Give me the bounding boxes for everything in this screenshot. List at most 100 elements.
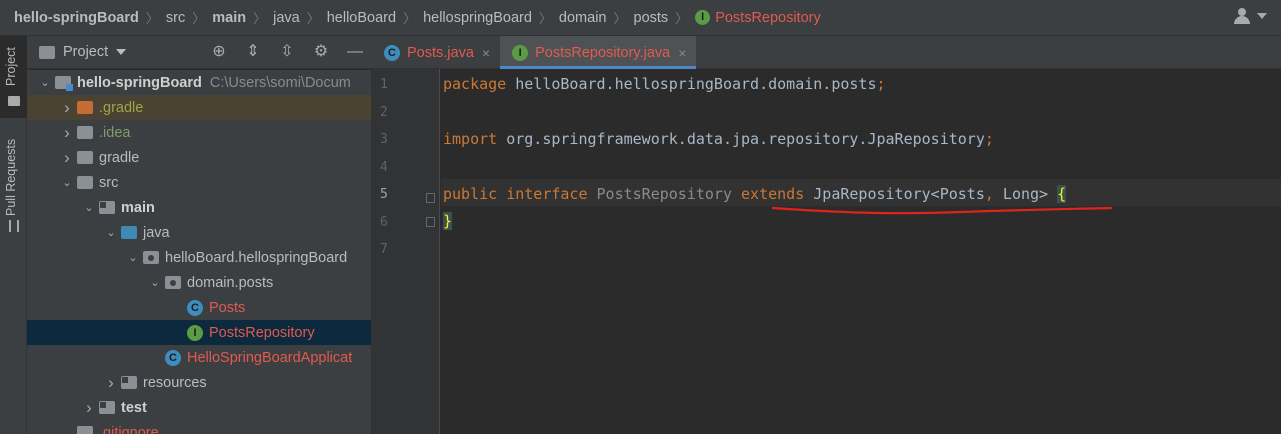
breadcrumb-item[interactable]: hellospringBoard	[423, 10, 532, 26]
folder-icon	[77, 426, 93, 434]
tree-item-label: java	[143, 224, 170, 241]
tree-item[interactable]: ⌄ domain.posts	[27, 270, 371, 295]
class-icon: C	[187, 299, 203, 316]
breadcrumb-item[interactable]: helloBoard	[327, 10, 396, 26]
folder-icon	[121, 226, 137, 239]
breadcrumb-separator-icon: 〉	[145, 11, 159, 26]
tool-tab-project[interactable]: Project	[0, 36, 27, 118]
breadcrumb-separator-icon: 〉	[306, 11, 320, 26]
tree-item[interactable]: I PostsRepository	[27, 320, 371, 345]
expand-all-icon[interactable]: ⇕	[244, 43, 262, 61]
tree-item[interactable]: ⌄ main	[27, 195, 371, 220]
tree-item-label: test	[121, 399, 147, 416]
package-icon	[165, 276, 181, 289]
chevron-right-icon[interactable]: ›	[103, 373, 119, 393]
chevron-right-icon[interactable]: ›	[59, 98, 75, 118]
tree-item-path: C:\Users\somi\Docum	[209, 74, 351, 91]
breadcrumb-item[interactable]: java	[273, 10, 300, 26]
project-panel-header: Project ⊕ ⇕ ⇳ ⚙ —	[27, 36, 372, 69]
tab-label: Posts.java	[407, 44, 474, 61]
code-line-6: }	[443, 212, 453, 230]
chevron-down-icon[interactable]: ⌄	[59, 176, 75, 189]
tab-label: PostsRepository.java	[535, 44, 671, 61]
tree-item[interactable]: ⌄ java	[27, 220, 371, 245]
fold-marker-icon[interactable]	[426, 217, 435, 227]
matching-brace: }	[443, 212, 453, 230]
breadcrumb-item[interactable]: hello-springBoard	[14, 10, 139, 26]
tab-postsrepository-java[interactable]: I PostsRepository.java ×	[500, 36, 697, 69]
tree-item[interactable]: C HelloSpringBoardApplicat	[27, 345, 371, 370]
tree-item-label: helloBoard.hellospringBoard	[165, 249, 348, 266]
breadcrumb-separator-icon: 〉	[403, 11, 417, 26]
tree-item[interactable]: .gitignore	[27, 420, 371, 434]
line-number: 2	[380, 104, 388, 120]
chevron-down-icon[interactable]: ⌄	[125, 251, 141, 264]
tree-item-label: Posts	[209, 299, 246, 316]
matching-brace: {	[1057, 185, 1067, 203]
tool-tab-pull-requests[interactable]: Pull Requests	[0, 124, 27, 244]
breadcrumb-item[interactable]: I PostsRepository	[695, 10, 821, 26]
breadcrumb-item[interactable]: main	[212, 10, 246, 26]
line-number: 5	[380, 187, 388, 202]
minimize-icon[interactable]: —	[346, 43, 364, 61]
tool-window-strip: Project Pull Requests	[0, 36, 27, 434]
editor-tabs: C Posts.java × I PostsRepository.java ×	[372, 36, 1281, 69]
breadcrumb-separator-icon: 〉	[613, 11, 627, 26]
tree-item[interactable]: ⌄ src	[27, 170, 371, 195]
folder-icon	[77, 176, 93, 189]
tree-item[interactable]: › test	[27, 395, 371, 420]
collapse-all-icon[interactable]: ⇳	[278, 43, 296, 61]
breadcrumb-item[interactable]: posts	[634, 10, 669, 26]
chevron-down-icon[interactable]: ⌄	[37, 76, 53, 89]
tree-item-label: resources	[143, 374, 207, 391]
red-underline-annotation	[771, 206, 1113, 215]
tree-item[interactable]: ⌄ hello-springBoard C:\Users\somi\Docum	[27, 70, 371, 95]
tree-item[interactable]: › gradle	[27, 145, 371, 170]
chevron-down-icon[interactable]	[1257, 13, 1267, 19]
gear-icon[interactable]: ⚙	[312, 43, 330, 61]
interface-icon: I	[695, 10, 711, 25]
locate-icon[interactable]: ⊕	[210, 43, 228, 61]
user-icon[interactable]	[1233, 8, 1251, 24]
account-menu[interactable]	[1233, 8, 1267, 24]
project-panel-title[interactable]: Project	[63, 44, 108, 60]
pull-request-icon	[9, 220, 19, 232]
breadcrumb-label: hellospringBoard	[423, 9, 532, 26]
line-number: 1	[380, 77, 388, 92]
breadcrumb-separator-icon: 〉	[675, 11, 689, 26]
code-line-1: package helloBoard.hellospringBoard.doma…	[443, 75, 886, 93]
folder-icon	[99, 201, 115, 214]
interface-icon: I	[187, 324, 203, 341]
folder-icon	[77, 101, 93, 114]
tab-posts-java[interactable]: C Posts.java ×	[372, 36, 500, 69]
chevron-down-icon[interactable]: ⌄	[147, 276, 163, 289]
chevron-right-icon[interactable]: ›	[59, 123, 75, 143]
tree-item[interactable]: › resources	[27, 370, 371, 395]
close-icon[interactable]: ×	[678, 45, 686, 61]
navigation-bar: hello-springBoard 〉 src 〉 main 〉 java 〉 helloBoa…	[0, 0, 1281, 36]
chevron-right-icon[interactable]: ›	[81, 398, 97, 418]
folder-icon	[121, 376, 137, 389]
breadcrumb-label: hello-springBoard	[14, 9, 139, 26]
interface-icon: I	[512, 44, 529, 61]
tool-tab-pull-requests-label: Pull Requests	[4, 138, 18, 216]
fold-marker-icon[interactable]	[426, 193, 435, 203]
breadcrumb-label: java	[273, 9, 300, 26]
tree-item[interactable]: › .gradle	[27, 95, 371, 120]
chevron-right-icon[interactable]: ›	[59, 148, 75, 168]
breadcrumb-item[interactable]: src	[166, 10, 185, 26]
close-icon[interactable]: ×	[482, 45, 490, 61]
tree-item[interactable]: › .idea	[27, 120, 371, 145]
class-icon: C	[384, 44, 400, 61]
chevron-down-icon[interactable]: ⌄	[81, 201, 97, 214]
breadcrumb-item[interactable]: domain	[559, 10, 607, 26]
chevron-down-icon[interactable]	[116, 49, 127, 55]
folder-icon	[99, 401, 115, 414]
tree-item[interactable]: ⌄ helloBoard.hellospringBoard	[27, 245, 371, 270]
code-editor[interactable]: package helloBoard.hellospringBoard.doma…	[441, 69, 1281, 434]
chevron-down-icon[interactable]: ⌄	[103, 226, 119, 239]
tree-item[interactable]: C Posts	[27, 295, 371, 320]
tree-item-label: .gradle	[99, 99, 144, 116]
tree-item-label: HelloSpringBoardApplicat	[187, 349, 353, 366]
breadcrumb-label: PostsRepository	[715, 9, 821, 26]
